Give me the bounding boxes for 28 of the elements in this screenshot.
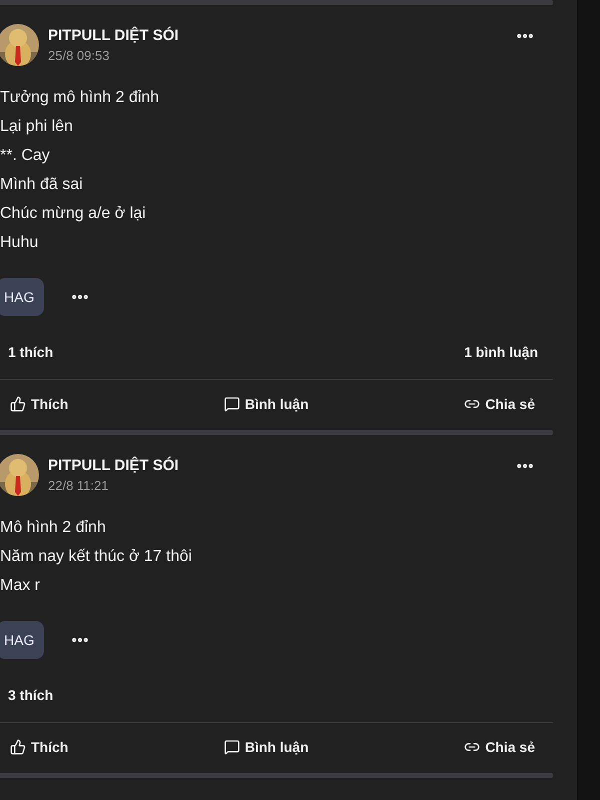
post-text-line: Năm nay kết thúc ở 17 thôi: [0, 547, 193, 567]
speech-bubble-icon: [224, 739, 240, 755]
tag-chip[interactable]: HAG: [0, 278, 44, 316]
post-text-line: Mình đã sai: [0, 175, 84, 195]
like-count[interactable]: 1 thích: [8, 344, 54, 360]
post-text-line: Max r: [0, 576, 41, 596]
like-count[interactable]: 3 thích: [8, 687, 54, 703]
post-time: 25/8 09:53: [48, 48, 110, 63]
speech-bubble-icon: [224, 396, 240, 412]
post-text-line: Chúc mừng a/e ở lại: [0, 204, 147, 224]
author-name[interactable]: PITPULL DIỆT SÓI: [48, 27, 179, 44]
post-text-line: Huhu: [0, 233, 40, 253]
post-text-line: Lại phi lên: [0, 117, 74, 137]
share-button[interactable]: Chia sẻ: [464, 739, 535, 755]
like-button[interactable]: Thích: [10, 739, 68, 755]
thumbs-up-icon: [10, 396, 26, 412]
tag-chip[interactable]: HAG: [0, 621, 44, 659]
post-text-line: **. Cay: [0, 146, 51, 166]
comment-count[interactable]: 1 bình luận: [464, 344, 538, 360]
post-time: 22/8 11:21: [48, 478, 110, 493]
post-text-line: Mô hình 2 đỉnh: [0, 518, 107, 538]
post-text-line: Tưởng mô hình 2 đỉnh: [0, 88, 160, 108]
thumbs-up-icon: [10, 739, 26, 755]
share-button[interactable]: Chia sẻ: [464, 396, 535, 412]
comment-button[interactable]: Bình luận: [224, 739, 309, 755]
comment-button[interactable]: Bình luận: [224, 396, 309, 412]
author-name[interactable]: PITPULL DIỆT SÓI: [48, 457, 179, 474]
like-button[interactable]: Thích: [10, 396, 68, 412]
